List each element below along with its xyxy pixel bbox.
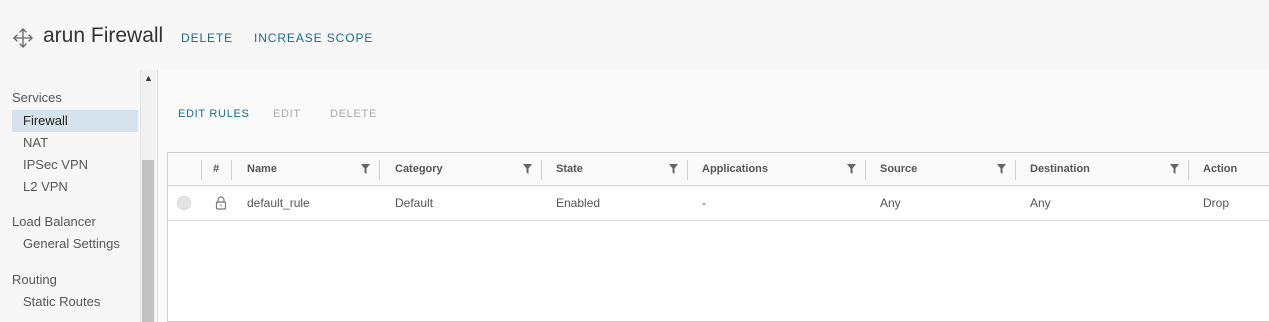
cell-applications: -	[702, 196, 706, 210]
cell-destination: Any	[1030, 196, 1051, 210]
column-header-source[interactable]: Source	[880, 153, 917, 185]
sidebar-group-load-balancer: Load Balancer	[12, 214, 96, 229]
column-header-action[interactable]: Action	[1203, 153, 1237, 185]
delete-firewall-button[interactable]: DELETE	[181, 31, 233, 45]
column-separator	[541, 160, 542, 180]
rules-grid: # Name Category State Applications Sourc…	[167, 152, 1269, 322]
cell-action: Drop	[1203, 196, 1230, 210]
scrollbar-thumb[interactable]	[142, 160, 154, 322]
column-separator	[1188, 160, 1189, 180]
column-separator	[687, 160, 688, 180]
column-separator	[231, 160, 232, 180]
increase-scope-button[interactable]: INCREASE SCOPE	[254, 31, 373, 45]
filter-icon[interactable]	[523, 164, 532, 174]
sidebar-group-routing: Routing	[12, 272, 57, 287]
sidebar-item-l2-vpn[interactable]: L2 VPN	[12, 176, 138, 198]
column-separator	[201, 160, 202, 180]
filter-icon[interactable]	[669, 164, 678, 174]
sidebar-item-nat[interactable]: NAT	[12, 132, 138, 154]
filter-icon[interactable]	[847, 164, 856, 174]
column-header-name[interactable]: Name	[247, 153, 277, 185]
row-select-radio[interactable]	[177, 196, 191, 210]
sidebar-item-ipsec-vpn[interactable]: IPSec VPN	[12, 154, 138, 176]
filter-icon[interactable]	[361, 164, 370, 174]
page-title: arun Firewall	[43, 24, 164, 47]
scroll-up-arrow-icon[interactable]: ▲	[141, 72, 156, 84]
cell-category: Default	[395, 196, 434, 210]
column-header-number: #	[213, 163, 220, 175]
sidebar-scrollbar[interactable]: ▲	[140, 70, 155, 322]
column-header-applications[interactable]: Applications	[702, 153, 768, 185]
sidebar-item-static-routes[interactable]: Static Routes	[12, 291, 138, 313]
move-arrows-icon	[13, 28, 33, 48]
grid-header: # Name Category State Applications Sourc…	[168, 153, 1269, 186]
sidebar-item-firewall[interactable]: Firewall	[12, 110, 138, 132]
table-row[interactable]: default_rule Default Enabled - Any Any D…	[168, 186, 1269, 221]
delete-rule-button: DELETE	[330, 108, 377, 120]
column-header-destination[interactable]: Destination	[1030, 153, 1090, 185]
page-header: arun Firewall DELETE INCREASE SCOPE	[0, 0, 1269, 70]
lock-icon	[215, 196, 227, 210]
edit-rules-button[interactable]: EDIT RULES	[178, 108, 250, 120]
cell-state: Enabled	[556, 196, 601, 210]
filter-icon[interactable]	[1170, 164, 1179, 174]
sidebar-item-general-settings[interactable]: General Settings	[12, 233, 138, 255]
sidebar: Services Firewall NAT IPSec VPN L2 VPN L…	[0, 70, 157, 322]
sidebar-group-services: Services	[12, 90, 62, 105]
column-header-category[interactable]: Category	[395, 153, 443, 185]
column-header-state[interactable]: State	[556, 153, 583, 185]
column-separator	[865, 160, 866, 180]
cell-name: default_rule	[247, 196, 310, 210]
edit-button: EDIT	[273, 108, 301, 120]
main-content: EDIT RULES EDIT DELETE # Name Category S…	[157, 70, 1269, 322]
column-separator	[1015, 160, 1016, 180]
filter-icon[interactable]	[997, 164, 1006, 174]
cell-source: Any	[880, 196, 901, 210]
column-separator	[379, 160, 380, 180]
